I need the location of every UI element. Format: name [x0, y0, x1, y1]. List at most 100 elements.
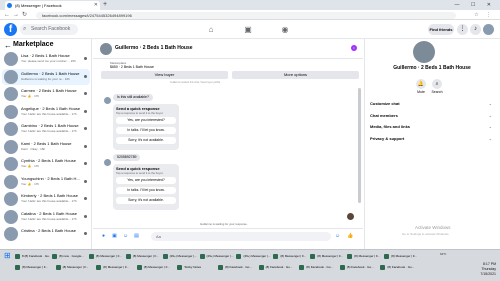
conversation-item[interactable]: Carmen · 2 Beds 1 Bath House You: 👍 · 17h [2, 86, 90, 102]
search-icon[interactable]: ⌕ [432, 79, 442, 89]
taskbar-app-label: (8) Messenger | F... [103, 265, 129, 269]
unread-dot-icon [84, 232, 87, 235]
taskbar-app[interactable]: (8) Messenger | F... [136, 263, 176, 272]
close-tab-icon[interactable]: ✕ [94, 1, 98, 10]
quick-reply-box: Send a quick response Tap a response to … [113, 164, 179, 210]
taskbar-app[interactable]: (29+) Messenger |... [235, 252, 271, 261]
taskbar-app[interactable]: (8) Facebook · Go... [298, 263, 338, 272]
avatar [4, 227, 18, 241]
back-arrow-icon[interactable]: ← [4, 41, 12, 50]
listing-title[interactable]: $650 · 2 Beds 1 Bath House [110, 65, 154, 70]
find-friends-button[interactable]: Find friends [428, 24, 454, 35]
groups-icon[interactable]: ◉ [278, 23, 292, 36]
chat-notice: Guillermo started this chat. View buyer … [170, 81, 221, 84]
contact-avatar[interactable] [413, 41, 435, 63]
facebook-logo-icon[interactable]: f [4, 23, 17, 36]
taskbar-app[interactable]: (8) Messenger | F... [14, 263, 54, 272]
system-tray[interactable]: 64°F [440, 252, 446, 256]
taskbar-app[interactable]: (8) Facebook · Go... [258, 263, 298, 272]
account-avatar[interactable] [483, 24, 494, 35]
browser-nav-icons[interactable]: ←→↻ [4, 10, 30, 20]
taskbar-app[interactable]: (8) Messenger | F... [383, 252, 419, 261]
conversation-item[interactable]: Gambino · 2 Beds 1 Bath House Your 'Hello… [2, 121, 90, 137]
microphone-icon[interactable]: ● [100, 233, 107, 240]
gif-icon[interactable]: ▤ [133, 233, 140, 240]
windows-start-icon[interactable]: ⊞ [4, 252, 12, 260]
conversation-item[interactable]: Guillermo · 2 Beds 1 Bath House Guillermo… [2, 68, 90, 85]
media-files-item[interactable]: Media, files and links ⌄ [370, 124, 492, 130]
taskbar-app[interactable]: (8) Messenger | F... [309, 252, 345, 261]
quick-reply-option[interactable]: Sorry, it's not available. [116, 137, 176, 144]
customize-chat-item[interactable]: Customize chat ⌄ [370, 101, 492, 107]
unread-dot-icon [84, 144, 87, 148]
info-icon[interactable]: • [351, 45, 357, 51]
conversation-preview: You: 👍 · 17h [21, 94, 40, 98]
sticker-icon[interactable]: ☺ [122, 233, 129, 240]
view-buyer-button[interactable]: View buyer [101, 71, 228, 79]
notifications-icon[interactable]: ♪ [470, 24, 481, 35]
taskbar-app[interactable]: (8) Messenger | F... [95, 263, 135, 272]
conversation-item[interactable]: Lisa · 2 Beds 1 Bath House You: please se… [2, 51, 90, 67]
taskbar-app[interactable]: (8) Messenger | F... [88, 252, 124, 261]
app-icon [125, 254, 131, 259]
conversation-item[interactable]: Catalina · 2 Beds 1 Bath House Your 'Hell… [2, 209, 90, 225]
new-tab-button[interactable]: + [103, 1, 107, 9]
image-icon[interactable]: ▣ [111, 233, 118, 240]
chat-avatar[interactable] [100, 43, 112, 55]
conversation-item[interactable]: Kimberly · 2 Beds 1 Bath House Your 'Hell… [2, 191, 90, 207]
quick-reply-option[interactable]: In talks. I'll let you know. [116, 187, 176, 194]
mute-icon[interactable]: 🔔 [416, 79, 426, 89]
taskbar-app-label: (8) Facebook · Go... [306, 265, 334, 269]
taskbar-app[interactable]: (8) Messenger | F... [125, 252, 161, 261]
customize-chat-label: Customize chat [370, 101, 400, 106]
taskbar-app[interactable]: (8) Messenger | F... [346, 252, 382, 261]
search-input[interactable]: ⌕ Search Facebook [20, 24, 78, 35]
quick-reply-option[interactable]: Yes, are you interested? [116, 177, 176, 184]
message-input[interactable]: Aa [151, 232, 331, 241]
quick-reply-option[interactable]: In talks. I'll let you know. [116, 127, 176, 134]
conversation-item[interactable]: Angelique · 2 Beds 1 Bath House Your 'Hel… [2, 104, 90, 120]
taskbar-app[interactable]: 8 (8) Facebook · Go... [14, 252, 50, 261]
unread-dot-icon [84, 162, 87, 165]
browser-extensions-icons[interactable]: ☆ ⋮ [474, 10, 494, 20]
taskbar-app-label: (8) Facebook · Go... [387, 265, 415, 269]
chat-scrollbar[interactable] [358, 88, 361, 203]
conversation-item[interactable]: Kami · 2 Beds 1 Bath House Kami · Okay · … [2, 139, 90, 155]
taskbar-app[interactable]: (8) Facebook · Go... [379, 263, 419, 272]
conversation-item[interactable]: Cynthia · 2 Beds 1 Bath House You: 👍 · 17… [2, 156, 90, 172]
taskbar-app[interactable]: (8) Messenger | F... [55, 263, 95, 272]
taskbar-app[interactable]: (29+) Messenger |... [162, 252, 198, 261]
chat-members-item[interactable]: Chat members ⌄ [370, 113, 492, 119]
browser-tab[interactable]: (8) Messenger | Facebook ✕ [5, 1, 100, 10]
avatar [4, 192, 18, 206]
taskbar-app[interactable]: (29+) Messenger |... [199, 252, 235, 261]
taskbar-app[interactable]: (8) Facebook · Go... [339, 263, 379, 272]
watch-icon[interactable]: ▣ [241, 23, 255, 36]
app-icon [51, 254, 57, 259]
taskbar-app[interactable]: (8) Facebook · Go... [217, 263, 257, 272]
conversation-item[interactable]: Cristina · 2 Beds 1 Bath House [2, 226, 90, 242]
conversation-item[interactable]: Youngschinn · 2 Beds 1 Bath H... You: 👍 ·… [2, 174, 90, 190]
quick-reply-option[interactable]: Sorry, it's not available. [116, 197, 176, 204]
unread-dot-icon [84, 179, 87, 183]
chat-title[interactable]: Guillermo · 2 Beds 1 Bath House [115, 45, 193, 52]
conversation-name: Catalina · 2 Beds 1 Bath House [21, 210, 78, 216]
app-icon [15, 254, 20, 259]
privacy-support-item[interactable]: Privacy & support ⌄ [370, 136, 492, 142]
quick-reply-option[interactable]: Yes, are you interested? [116, 117, 176, 124]
menu-grid-icon[interactable]: ⋮ [457, 24, 468, 35]
url-input[interactable]: facebook.com/messages/t/2475445326494899… [36, 12, 456, 19]
taskbar-clock[interactable]: 8:17 PM Thursday 7/15/2021 [466, 262, 496, 277]
waiting-notice: Guillermo is waiting for your response. [200, 222, 248, 226]
taskbar-app[interactable]: Sticky Notes [176, 263, 216, 272]
more-options-button[interactable]: More options [232, 71, 359, 79]
unread-dot-icon [84, 74, 87, 78]
home-icon[interactable]: ⌂ [204, 23, 218, 36]
like-icon[interactable]: 👍 [347, 233, 354, 240]
window-controls[interactable]: — ☐ ✕ [455, 0, 496, 10]
avatar [4, 139, 18, 154]
quick-reply-subtitle: Tap a response to send it to the buyer. [116, 111, 164, 115]
emoji-icon[interactable]: ☺ [334, 233, 341, 240]
taskbar-app[interactable]: (8) new · Google... [51, 252, 87, 261]
taskbar-app[interactable]: (8) Messenger | F... [272, 252, 308, 261]
